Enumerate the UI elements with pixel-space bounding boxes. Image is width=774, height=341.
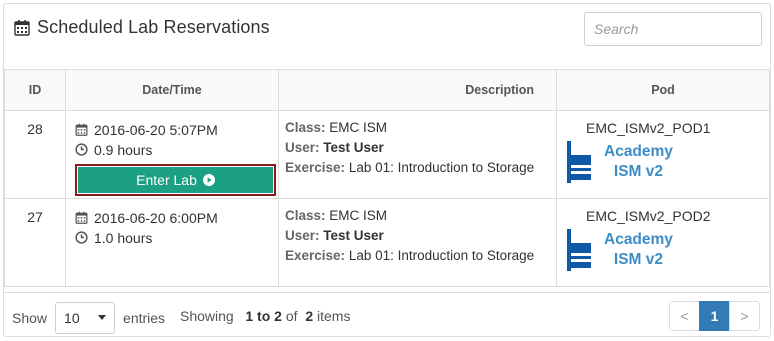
column-header-pod[interactable]: Pod — [556, 69, 770, 111]
entries-select-value: 10 — [64, 310, 80, 326]
class-label: Class: — [285, 120, 326, 135]
pod-name: EMC_ISMv2_POD1 — [586, 120, 711, 136]
showing-range: 1 to 2 — [245, 308, 282, 324]
showing-suffix: items — [317, 308, 351, 324]
show-label: Show — [12, 310, 48, 326]
emc-proven-logo — [567, 141, 596, 183]
table-row: 28 2016-06-20 5:07PM 0.9 hours Enter Lab… — [4, 110, 770, 199]
reservation-id: 28 — [4, 110, 66, 199]
reservation-duration: 0.9 hours — [94, 141, 153, 158]
pod-brand-text: Academy ISM v2 — [604, 230, 673, 270]
column-header-description[interactable]: Description — [278, 69, 557, 111]
class-value: EMC ISM — [329, 208, 388, 223]
reservation-pod-cell: EMC_ISMv2_POD1 Academy ISM v2 — [556, 110, 770, 199]
showing-total: 2 — [305, 308, 314, 324]
table-row: 27 2016-06-20 6:00PM 1.0 hours Class: EM… — [4, 198, 770, 287]
page-length-control: Show 10 entries — [12, 302, 165, 334]
table-header-row: ID Date/Time Description Pod — [4, 69, 770, 111]
user-label: User: — [285, 140, 320, 155]
clock-icon — [75, 143, 88, 156]
exercise-label: Exercise: — [285, 248, 346, 263]
page-title-text: Scheduled Lab Reservations — [37, 17, 270, 37]
pod-brand-line1: Academy — [604, 143, 673, 160]
pagination-next-button[interactable]: > — [729, 301, 760, 331]
pagination-page-1[interactable]: 1 — [699, 301, 730, 331]
reservation-datetime-cell: 2016-06-20 5:07PM 0.9 hours Enter Lab — [65, 110, 279, 199]
exercise-value: Lab 01: Introduction to Storage — [348, 160, 535, 175]
class-value: EMC ISM — [329, 120, 388, 135]
pod-brand-line1: Academy — [604, 231, 673, 248]
page-title: Scheduled Lab Reservations — [14, 17, 270, 38]
reservation-id: 27 — [4, 198, 66, 287]
panel-header: Scheduled Lab Reservations — [4, 4, 770, 70]
reservation-date: 2016-06-20 5:07PM — [94, 121, 218, 138]
showing-of: of — [285, 308, 298, 324]
enter-lab-label: Enter Lab — [136, 172, 197, 188]
calendar-icon — [75, 211, 88, 224]
exercise-label: Exercise: — [285, 160, 346, 175]
column-header-datetime[interactable]: Date/Time — [65, 69, 279, 111]
showing-prefix: Showing — [180, 308, 234, 324]
pod-brand-line2: ISM v2 — [613, 251, 664, 268]
user-value: Test User — [323, 140, 384, 155]
enter-lab-highlight: Enter Lab — [75, 164, 276, 196]
pod-name: EMC_ISMv2_POD2 — [586, 208, 711, 224]
entries-select[interactable]: 10 — [55, 302, 116, 334]
user-label: User: — [285, 228, 320, 243]
clock-icon — [75, 231, 88, 244]
reservation-datetime-cell: 2016-06-20 6:00PM 1.0 hours — [65, 198, 279, 287]
class-label: Class: — [285, 208, 326, 223]
column-header-id[interactable]: ID — [4, 69, 66, 111]
reservations-panel: Scheduled Lab Reservations ID Date/Time … — [3, 3, 771, 337]
calendar-icon — [75, 123, 88, 136]
table-footer: Show 10 entries Showing 1 to 2 of 2 item… — [4, 292, 770, 337]
pod-brand-text: Academy ISM v2 — [604, 142, 673, 182]
exercise-value: Lab 01: Introduction to Storage — [348, 248, 535, 263]
enter-lab-button[interactable]: Enter Lab — [78, 167, 273, 193]
reservation-duration: 1.0 hours — [94, 229, 153, 246]
reservation-date: 2016-06-20 6:00PM — [94, 209, 218, 226]
reservation-description-cell: Class: EMC ISM User: Test User Exercise:… — [278, 110, 557, 199]
play-circle-icon — [202, 174, 215, 186]
reservation-pod-cell: EMC_ISMv2_POD2 Academy ISM v2 — [556, 198, 770, 287]
reservation-description-cell: Class: EMC ISM User: Test User Exercise:… — [278, 198, 557, 287]
pagination-prev-button[interactable]: < — [669, 301, 700, 331]
pod-brand-line2: ISM v2 — [613, 163, 664, 180]
entries-label: entries — [123, 310, 166, 326]
table-info: Showing 1 to 2 of 2 items — [180, 308, 350, 324]
caret-down-icon — [98, 315, 107, 320]
emc-proven-logo — [567, 229, 596, 271]
pagination: < 1 > — [669, 301, 760, 331]
user-value: Test User — [323, 228, 384, 243]
calendar-icon — [14, 20, 30, 36]
reservations-table: ID Date/Time Description Pod 28 2016-06-… — [4, 69, 770, 287]
search-input[interactable] — [584, 12, 762, 46]
